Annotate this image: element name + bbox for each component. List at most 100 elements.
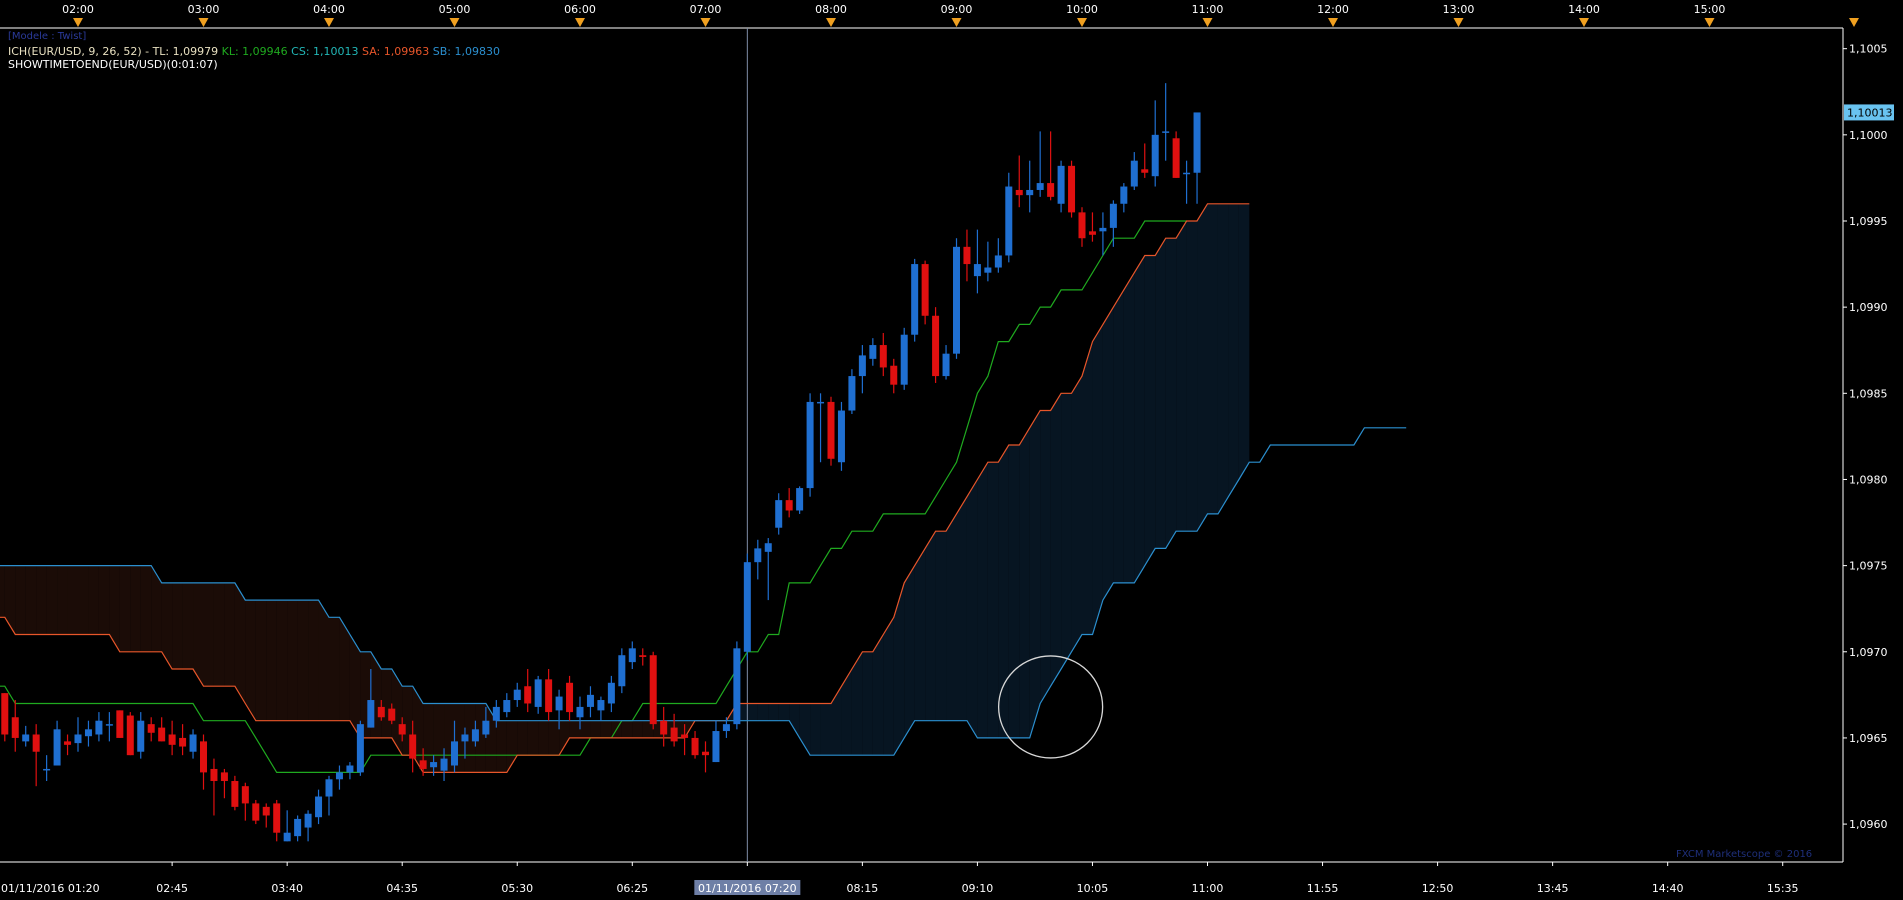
candle-body xyxy=(806,401,814,489)
template-label: [Modele : Twist] xyxy=(8,31,87,42)
candle[interactable] xyxy=(649,651,657,730)
price-tick-label: 1,0985 xyxy=(1849,387,1888,400)
cloud-segment xyxy=(810,703,821,756)
candle-body xyxy=(911,264,919,335)
cloud-segment xyxy=(266,600,277,721)
candle-body xyxy=(722,724,730,732)
candle-body xyxy=(921,264,929,316)
candle-body xyxy=(858,355,866,377)
price-tick-label: 1,0995 xyxy=(1849,215,1888,228)
cloud-segment xyxy=(862,651,873,756)
cloud-segment xyxy=(527,720,539,756)
bottom-time-label: 01/11/2016 01:20 xyxy=(1,882,100,895)
candle-body xyxy=(524,686,532,704)
candle[interactable] xyxy=(953,238,960,359)
candle[interactable] xyxy=(900,327,908,390)
candle-body xyxy=(1130,160,1138,187)
candle[interactable] xyxy=(921,260,929,325)
candle[interactable] xyxy=(827,396,835,466)
candle-body xyxy=(32,734,40,752)
candle[interactable] xyxy=(796,486,804,514)
cloud-segment xyxy=(172,582,183,670)
candle-body xyxy=(681,734,689,738)
cloud-segment xyxy=(276,600,288,721)
cloud-segment xyxy=(1207,203,1218,514)
chart-background xyxy=(0,0,1903,900)
candle-body xyxy=(377,706,385,718)
candle-body xyxy=(53,729,61,766)
cloud-segment xyxy=(381,669,392,738)
candle-body xyxy=(189,734,197,752)
cloud-segment xyxy=(987,462,999,738)
candle[interactable] xyxy=(733,641,741,730)
candle[interactable] xyxy=(743,553,751,661)
candle[interactable] xyxy=(116,710,124,738)
cloud-segment xyxy=(904,565,915,738)
candle[interactable] xyxy=(911,258,919,342)
candle[interactable] xyxy=(231,775,239,811)
candle-body xyxy=(628,648,636,663)
candle-body xyxy=(775,500,783,528)
cloud-segment xyxy=(1228,203,1239,497)
candle-body xyxy=(702,751,709,756)
candle[interactable] xyxy=(1068,160,1076,218)
candle-body xyxy=(200,741,207,773)
candle[interactable] xyxy=(252,799,260,825)
ichimoku-chart[interactable]: 1,0960 1,0965 1,0970 1,0975 1,0980 1,0985 1,09… xyxy=(0,0,1903,900)
candle-body xyxy=(660,720,668,735)
candle-body xyxy=(1,693,9,735)
candle-body xyxy=(294,818,302,837)
top-time-label: 05:00 xyxy=(439,3,471,16)
cloud-segment xyxy=(946,513,957,721)
candle[interactable] xyxy=(356,720,364,776)
candle[interactable] xyxy=(932,307,940,383)
cloud-segment xyxy=(1113,289,1124,583)
candle-body xyxy=(639,655,647,657)
candle[interactable] xyxy=(1,693,9,742)
candle[interactable] xyxy=(806,393,814,497)
price-tick-label: 1,0990 xyxy=(1849,301,1888,314)
candle-body xyxy=(451,741,458,766)
price-tick-label: 1,0960 xyxy=(1849,818,1888,831)
cloud-segment xyxy=(580,720,591,738)
bottom-time-label: 12:50 xyxy=(1422,882,1454,895)
cloud-segment xyxy=(98,565,110,635)
cloud-segment xyxy=(914,548,926,721)
candle-body xyxy=(1162,131,1170,133)
bottom-time-label: 15:35 xyxy=(1767,882,1799,895)
candle-body xyxy=(168,734,176,745)
cloud-segment xyxy=(1092,324,1103,635)
candle-body xyxy=(471,729,479,742)
candle-body xyxy=(1036,183,1044,190)
cloud-segment xyxy=(15,565,26,635)
span-b-legend: SB: 1,09830 xyxy=(432,45,500,58)
cloud-segment xyxy=(621,720,633,738)
cloud-segment xyxy=(245,600,256,721)
candle[interactable] xyxy=(1172,131,1180,178)
cloud-segment xyxy=(1008,445,1020,738)
cloud-segment xyxy=(297,600,309,721)
cloud-segment xyxy=(36,565,47,635)
candle-body xyxy=(273,803,281,833)
candle-body xyxy=(1183,172,1191,175)
top-time-label: 02:00 xyxy=(62,3,94,16)
price-tick-label: 1,0965 xyxy=(1849,732,1888,745)
cloud-segment xyxy=(78,565,89,635)
cloud-segment xyxy=(632,720,643,738)
cloud-segment xyxy=(1186,220,1198,532)
candle[interactable] xyxy=(126,712,134,756)
bottom-time-label: 11:00 xyxy=(1192,882,1224,895)
cloud-segment xyxy=(88,565,99,635)
cloud-segment xyxy=(318,600,329,721)
candle[interactable] xyxy=(837,401,845,471)
cloud-segment xyxy=(1050,393,1062,687)
candle-body xyxy=(566,682,574,713)
cloud-segment xyxy=(57,565,68,635)
candle-body xyxy=(283,832,291,842)
candle-body xyxy=(482,720,490,735)
bottom-time-label: 08:15 xyxy=(847,882,879,895)
cloud-segment xyxy=(308,600,319,721)
top-time-label: 11:00 xyxy=(1192,3,1224,16)
bottom-time-label: 06:25 xyxy=(616,882,648,895)
tenkan-legend: TL: 1,09979 xyxy=(152,45,219,58)
